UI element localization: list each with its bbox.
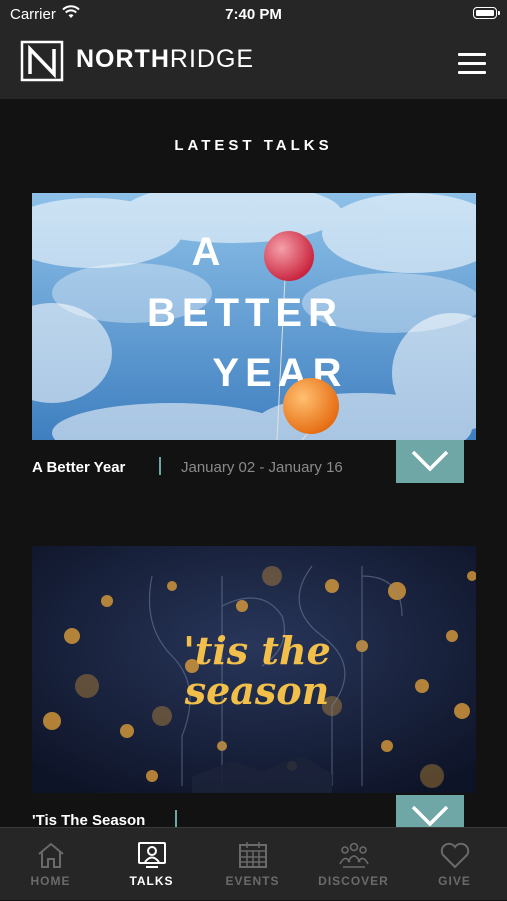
heart-icon	[440, 842, 470, 869]
tab-label: HOME	[30, 874, 71, 888]
talk-artwork[interactable]: 'tis the season	[32, 546, 476, 793]
title-separator	[159, 457, 161, 475]
tab-label: TALKS	[129, 874, 174, 888]
artwork-word: season	[184, 668, 330, 713]
artwork-word: BETTER	[147, 291, 343, 335]
tab-talks[interactable]: TALKS	[101, 828, 202, 901]
tab-discover[interactable]: DISCOVER	[303, 828, 404, 901]
talk-date: January 02 - January 16	[181, 459, 343, 476]
people-icon	[339, 842, 369, 868]
clock: 7:40 PM	[225, 6, 282, 23]
artwork-word: 'tis the	[183, 628, 331, 673]
bottom-tab-bar: HOME TALKS EVENTS DISCOVER GIVE	[0, 827, 507, 900]
chevron-down-icon	[411, 805, 449, 827]
brand-name: NORTHRIDGE	[76, 45, 254, 74]
battery-icon	[473, 7, 500, 19]
tab-label: GIVE	[438, 874, 471, 888]
artwork-word: A	[192, 230, 227, 274]
talks-icon	[138, 842, 166, 868]
status-bar: Carrier 7:40 PM	[0, 0, 507, 28]
talk-card[interactable]: 'tis the season 'Tis The Season	[32, 546, 476, 838]
tab-give[interactable]: GIVE	[404, 828, 505, 901]
title-separator	[175, 810, 177, 828]
section-title: LATEST TALKS	[174, 137, 333, 154]
brand-bold: NORTH	[76, 45, 170, 73]
brand-light: RIDGE	[169, 45, 255, 73]
calendar-icon	[239, 842, 267, 868]
app-header: NORTHRIDGE	[0, 28, 507, 99]
talk-title[interactable]: A Better Year	[32, 459, 125, 476]
tab-label: DISCOVER	[318, 874, 389, 888]
chevron-down-icon	[411, 450, 449, 472]
tab-home[interactable]: HOME	[0, 828, 101, 901]
expand-button[interactable]	[396, 440, 464, 483]
talk-card[interactable]: A BETTER YEAR A Better Year January 02 -…	[32, 193, 476, 483]
tab-label: EVENTS	[225, 874, 280, 888]
northridge-logo-icon[interactable]	[20, 40, 64, 82]
hamburger-menu-icon[interactable]	[458, 53, 486, 75]
tab-events[interactable]: EVENTS	[202, 828, 303, 901]
talk-artwork[interactable]: A BETTER YEAR	[32, 193, 476, 440]
home-icon	[38, 842, 64, 868]
